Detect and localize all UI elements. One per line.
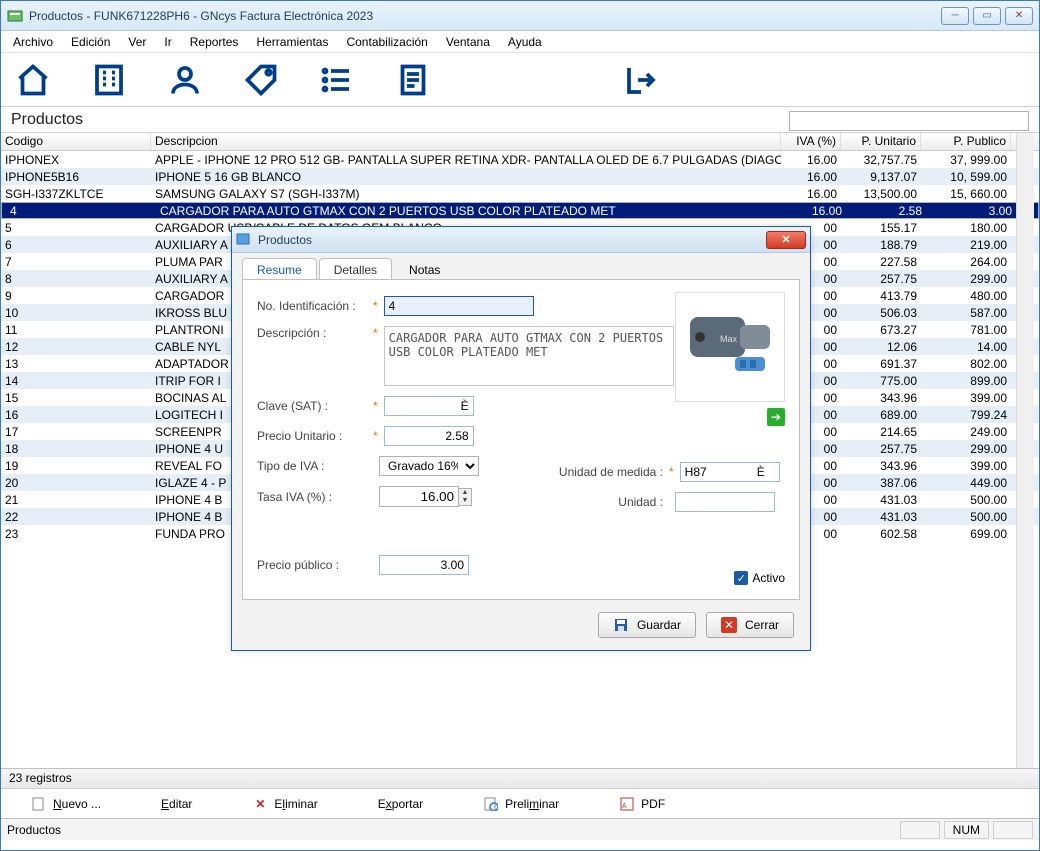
- label-tasa-iva: Tasa IVA (%) :: [257, 490, 367, 504]
- input-unidad-medida[interactable]: [680, 462, 780, 482]
- app-icon: [7, 8, 23, 24]
- grid-scrollbar[interactable]: [1016, 133, 1034, 768]
- status-empty: [900, 821, 940, 839]
- cerrar-button[interactable]: ✕ Cerrar: [706, 612, 794, 638]
- menu-ver[interactable]: Ver: [120, 33, 154, 51]
- document-icon[interactable]: [391, 58, 435, 102]
- label-precio-publico: Precio público :: [257, 558, 367, 572]
- menubar: Archivo Edición Ver Ir Reportes Herramie…: [1, 31, 1039, 53]
- svg-text:A: A: [622, 803, 627, 810]
- maximize-button[interactable]: ▭: [973, 7, 1001, 25]
- menu-herramientas[interactable]: Herramientas: [248, 33, 336, 51]
- dialog-titlebar[interactable]: Productos ✕: [232, 227, 810, 253]
- table-row[interactable]: IPHONEXAPPLE - IPHONE 12 PRO 512 GB- PAN…: [1, 151, 1039, 168]
- tag-icon[interactable]: [239, 58, 283, 102]
- label-no-id: No. Identificación :: [257, 299, 367, 313]
- titlebar[interactable]: Productos - FUNK671228PH6 - GNcys Factur…: [1, 1, 1039, 31]
- table-row[interactable]: SGH-I337ZKLTCESAMSUNG GALAXY S7 (SGH-I33…: [1, 185, 1039, 202]
- status-left: Productos: [7, 823, 61, 837]
- exportar-button[interactable]: Exportar: [378, 797, 423, 811]
- cancel-icon: ✕: [721, 617, 737, 633]
- pdf-label: PDF: [641, 797, 665, 811]
- home-icon[interactable]: [11, 58, 55, 102]
- input-clave-sat[interactable]: [384, 396, 474, 416]
- col-ppublico[interactable]: P. Publico: [921, 133, 1011, 150]
- row-count: 23 registros: [1, 768, 1039, 788]
- input-precio-unitario[interactable]: [384, 426, 474, 446]
- select-tipo-iva[interactable]: Gravado 16%: [379, 456, 479, 476]
- col-descripcion[interactable]: Descripcion: [151, 133, 781, 150]
- menu-ayuda[interactable]: Ayuda: [500, 33, 550, 51]
- col-punitario[interactable]: P. Unitario: [841, 133, 921, 150]
- label-tipo-iva: Tipo de IVA :: [257, 459, 367, 473]
- menu-archivo[interactable]: Archivo: [5, 33, 61, 51]
- spin-down-icon[interactable]: ▼: [459, 497, 471, 505]
- checkbox-activo[interactable]: ✓ Activo: [734, 571, 785, 585]
- spin-tasa-iva[interactable]: ▲▼: [379, 486, 472, 507]
- label-unidad: Unidad :: [543, 495, 663, 509]
- preview-icon: [483, 796, 499, 812]
- building-icon[interactable]: [87, 58, 131, 102]
- grid-header: Codigo Descripcion IVA (%) P. Unitario P…: [1, 133, 1039, 151]
- menu-reportes[interactable]: Reportes: [182, 33, 247, 51]
- window-title: Productos - FUNK671228PH6 - GNcys Factur…: [29, 9, 941, 23]
- dialog-tabs: Resume Detalles Notas: [232, 253, 810, 281]
- menu-ir[interactable]: Ir: [156, 33, 179, 51]
- action-bar: NNuevo ...uevo ... Editar ✕ Eliminar Exp…: [1, 788, 1039, 818]
- menu-contabilizacion[interactable]: Contabilización: [338, 33, 435, 51]
- product-image: Max: [675, 292, 785, 402]
- svg-text:Max: Max: [720, 334, 738, 344]
- input-tasa-iva[interactable]: [379, 486, 459, 507]
- exit-icon[interactable]: [619, 58, 663, 102]
- label-descripcion: Descripción :: [257, 326, 367, 340]
- tab-detalles[interactable]: Detalles: [319, 258, 392, 281]
- guardar-label: Guardar: [637, 618, 681, 632]
- new-icon: [31, 796, 47, 812]
- status-empty2: [993, 821, 1033, 839]
- go-arrow-icon[interactable]: ➔: [767, 408, 785, 426]
- main-window: Productos - FUNK671228PH6 - GNcys Factur…: [0, 0, 1040, 851]
- tab-resume[interactable]: Resume: [242, 258, 317, 281]
- search-input[interactable]: [789, 111, 1029, 131]
- product-dialog: Productos ✕ Resume Detalles Notas No. Id…: [231, 226, 811, 651]
- close-button[interactable]: ✕: [1005, 7, 1033, 25]
- menu-edicion[interactable]: Edición: [63, 33, 118, 51]
- check-icon: ✓: [734, 571, 748, 585]
- label-precio-unitario: Precio Unitario :: [257, 429, 367, 443]
- pdf-icon: A: [619, 796, 635, 812]
- save-icon: [613, 617, 629, 633]
- input-descripcion[interactable]: CARGADOR PARA AUTO GTMAX CON 2 PUERTOS U…: [384, 326, 674, 386]
- col-iva[interactable]: IVA (%): [781, 133, 841, 150]
- person-icon[interactable]: [163, 58, 207, 102]
- menu-ventana[interactable]: Ventana: [438, 33, 498, 51]
- label-activo: Activo: [752, 571, 785, 585]
- preliminar-button[interactable]: Preliminar: [483, 796, 559, 812]
- dialog-title: Productos: [258, 233, 766, 247]
- nuevo-button[interactable]: NNuevo ...uevo ...: [31, 796, 101, 812]
- table-row[interactable]: IPHONE5B16IPHONE 5 16 GB BLANCO16.009,13…: [1, 168, 1039, 185]
- eliminar-button[interactable]: ✕ Eliminar: [252, 796, 317, 812]
- cerrar-label: Cerrar: [745, 618, 779, 632]
- label-unidad-medida: Unidad de medida :: [543, 465, 663, 479]
- spin-up-icon[interactable]: ▲: [459, 489, 471, 497]
- editar-button[interactable]: Editar: [161, 797, 192, 811]
- delete-icon: ✕: [252, 796, 268, 812]
- guardar-button[interactable]: Guardar: [598, 612, 696, 638]
- table-row[interactable]: 4CARGADOR PARA AUTO GTMAX CON 2 PUERTOS …: [1, 202, 1039, 219]
- statusbar: Productos NUM: [1, 818, 1039, 840]
- input-unidad[interactable]: [675, 492, 775, 512]
- tab-notas[interactable]: Notas: [394, 258, 455, 281]
- input-no-id[interactable]: [384, 296, 534, 316]
- label-clave-sat: Clave (SAT) :: [257, 399, 367, 413]
- input-precio-publico[interactable]: [379, 555, 469, 575]
- pdf-button[interactable]: A PDF: [619, 796, 665, 812]
- col-codigo[interactable]: Codigo: [1, 133, 151, 150]
- status-num: NUM: [944, 821, 989, 839]
- list-icon[interactable]: [315, 58, 359, 102]
- dialog-icon: [236, 232, 252, 248]
- dialog-panel: No. Identificación : * Descripción : * C…: [242, 279, 800, 600]
- toolbar: [1, 53, 1039, 107]
- dialog-close-button[interactable]: ✕: [766, 231, 806, 249]
- minimize-button[interactable]: ─: [941, 7, 969, 25]
